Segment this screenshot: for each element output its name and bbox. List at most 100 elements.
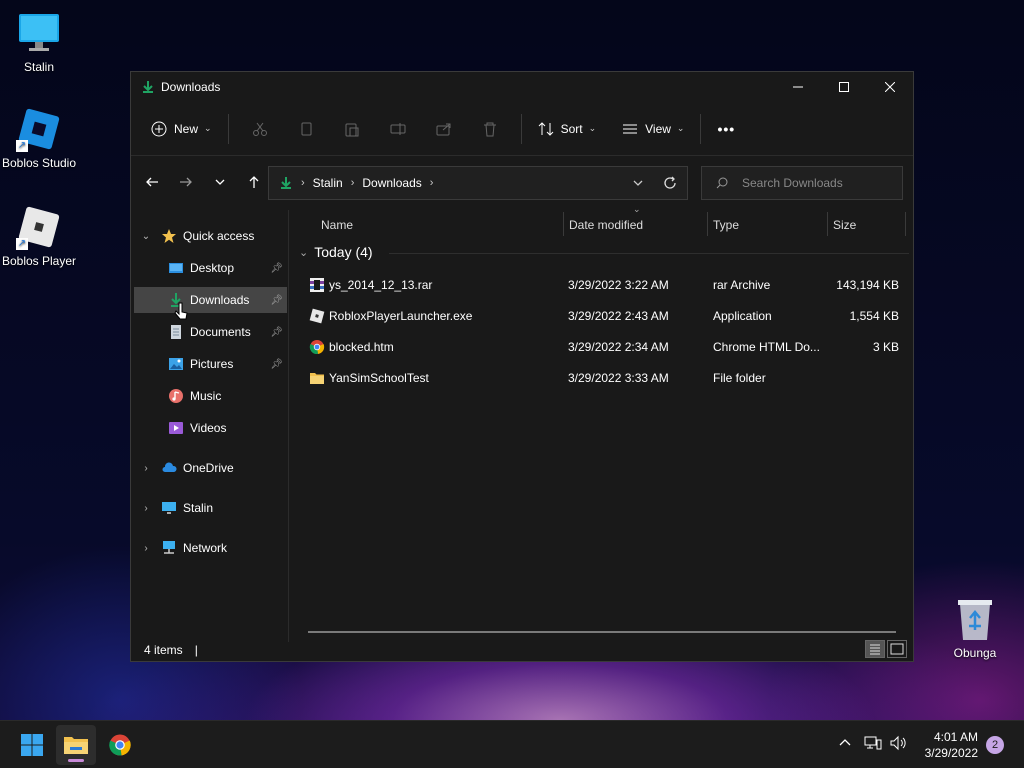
- nav-label: Network: [183, 541, 228, 555]
- file-type: Application: [713, 308, 772, 323]
- large-icons-view-icon: [890, 643, 904, 655]
- paste-button[interactable]: [329, 113, 375, 145]
- more-options-button[interactable]: •••: [709, 113, 743, 145]
- column-header-size[interactable]: Size: [833, 212, 903, 238]
- refresh-button[interactable]: [655, 168, 685, 198]
- desktop-icon-label: Boblos Player: [1, 254, 77, 268]
- column-header-name[interactable]: Name: [321, 212, 561, 238]
- clock[interactable]: 4:01 AM 3/29/2022: [925, 729, 978, 761]
- large-icons-view-button[interactable]: [887, 640, 907, 658]
- nav-label: OneDrive: [183, 461, 234, 475]
- cut-button[interactable]: [237, 113, 283, 145]
- group-header-today[interactable]: ⌄ Today (4): [299, 244, 909, 260]
- nav-videos[interactable]: Videos: [134, 415, 287, 441]
- share-button[interactable]: [421, 113, 467, 145]
- address-bar[interactable]: › Stalin › Downloads ›: [268, 166, 688, 200]
- address-dropdown-button[interactable]: [623, 168, 653, 198]
- file-row[interactable]: ys_2014_12_13.rar 3/29/2022 3:22 AM rar …: [291, 269, 913, 300]
- folder-icon: [310, 372, 324, 384]
- nav-network[interactable]: › Network: [139, 535, 287, 561]
- arrow-right-icon: [180, 177, 192, 187]
- nav-desktop[interactable]: Desktop 📌︎: [134, 255, 287, 281]
- pin-icon: 📌︎: [270, 326, 283, 338]
- toolbar-separator: [520, 113, 522, 144]
- file-list: Name Date modified Type Size ⌄ ⌄ Today (…: [291, 204, 913, 642]
- nav-label: Downloads: [190, 293, 250, 307]
- delete-button[interactable]: [467, 113, 513, 145]
- rar-icon: [310, 277, 324, 292]
- view-button[interactable]: View ⌄: [614, 113, 692, 145]
- nav-label: Documents: [190, 325, 251, 339]
- nav-this-pc[interactable]: › Stalin: [139, 495, 287, 521]
- refresh-icon: [664, 176, 676, 189]
- breadcrumb-downloads[interactable]: Downloads: [362, 176, 421, 190]
- cloud-icon: [162, 462, 177, 472]
- view-label: View: [645, 121, 671, 136]
- chevron-right-icon: ›: [144, 462, 148, 474]
- network-icon[interactable]: [864, 735, 882, 751]
- chrome-taskbar-button[interactable]: [100, 725, 140, 765]
- rename-button[interactable]: [375, 113, 421, 145]
- nav-music[interactable]: Music: [134, 383, 287, 409]
- file-row[interactable]: YanSimSchoolTest 3/29/2022 3:33 AM File …: [291, 362, 913, 393]
- details-view-button[interactable]: [865, 640, 885, 658]
- nav-label: Desktop: [190, 261, 235, 275]
- chevron-down-icon: ⌄: [676, 123, 685, 133]
- file-size: 143,194 KB: [836, 277, 899, 292]
- file-date: 3/29/2022 2:34 AM: [568, 339, 669, 354]
- column-header-type[interactable]: Type: [713, 212, 823, 238]
- window-title: Downloads: [161, 80, 221, 94]
- title-bar[interactable]: Downloads: [131, 72, 913, 102]
- chevron-right-icon: ›: [144, 542, 148, 554]
- taskbar: 4:01 AM 3/29/2022 2: [0, 720, 1024, 768]
- back-button[interactable]: [137, 167, 167, 197]
- close-button[interactable]: [867, 72, 913, 102]
- column-header-date[interactable]: Date modified: [569, 212, 709, 238]
- file-type: File folder: [713, 370, 766, 385]
- new-button[interactable]: New ⌄: [143, 113, 220, 145]
- volume-icon[interactable]: [890, 735, 908, 751]
- status-separator: |: [194, 643, 198, 657]
- breadcrumb-stalin[interactable]: Stalin: [313, 176, 343, 190]
- nav-onedrive[interactable]: › OneDrive: [139, 455, 287, 481]
- file-row[interactable]: RobloxPlayerLauncher.exe 3/29/2022 2:43 …: [291, 300, 913, 331]
- notification-badge[interactable]: 2: [986, 736, 1004, 754]
- desktop-icon-boblos-studio[interactable]: ↗ Boblos Studio: [0, 106, 79, 170]
- copy-button[interactable]: [283, 113, 329, 145]
- file-date: 3/29/2022 3:33 AM: [568, 370, 669, 385]
- active-indicator: [68, 759, 84, 762]
- nav-pictures[interactable]: Pictures 📌︎: [134, 351, 287, 377]
- nav-documents[interactable]: Documents 📌︎: [134, 319, 287, 345]
- start-button[interactable]: [12, 725, 52, 765]
- chevron-down-icon: ⌄: [299, 246, 309, 259]
- nav-label: Quick access: [183, 229, 255, 243]
- sort-label: Sort: [560, 121, 583, 136]
- more-label: •••: [717, 120, 736, 137]
- maximize-button[interactable]: [821, 72, 867, 102]
- sort-button[interactable]: Sort ⌄: [530, 113, 605, 145]
- file-explorer-window: Downloads New ⌄ Sort ⌄ View ⌄ ••• › Stal…: [130, 71, 914, 662]
- exe-icon: [309, 308, 325, 323]
- file-row[interactable]: blocked.htm 3/29/2022 2:34 AM Chrome HTM…: [291, 331, 913, 362]
- download-icon: [281, 177, 291, 189]
- new-label: New: [174, 121, 199, 136]
- forward-button[interactable]: [171, 167, 201, 197]
- toolbar-separator: [700, 113, 702, 144]
- search-box[interactable]: Search Downloads: [701, 166, 903, 200]
- desktop-icon-recycle-bin[interactable]: Obunga: [935, 596, 1015, 660]
- chevron-up-icon[interactable]: [838, 735, 852, 749]
- shortcut-arrow-icon: ↗: [16, 140, 28, 152]
- desktop-icon-stalin[interactable]: Stalin: [0, 10, 79, 74]
- folder-icon: [64, 737, 88, 754]
- nav-quick-access[interactable]: ⌄ Quick access: [139, 223, 287, 249]
- sort-icon: [538, 121, 553, 136]
- desktop-icon-boblos-player[interactable]: ↗ Boblos Player: [0, 204, 79, 268]
- horizontal-scrollbar[interactable]: [308, 631, 896, 633]
- recent-locations-button[interactable]: [205, 167, 235, 197]
- roblox-player-icon: ↗: [16, 204, 62, 250]
- minimize-button[interactable]: [775, 72, 821, 102]
- file-explorer-taskbar-button[interactable]: [56, 725, 96, 765]
- nav-downloads[interactable]: Downloads 📌︎: [134, 287, 287, 313]
- up-button[interactable]: [239, 167, 269, 197]
- chevron-down-icon: ⌄: [588, 123, 597, 133]
